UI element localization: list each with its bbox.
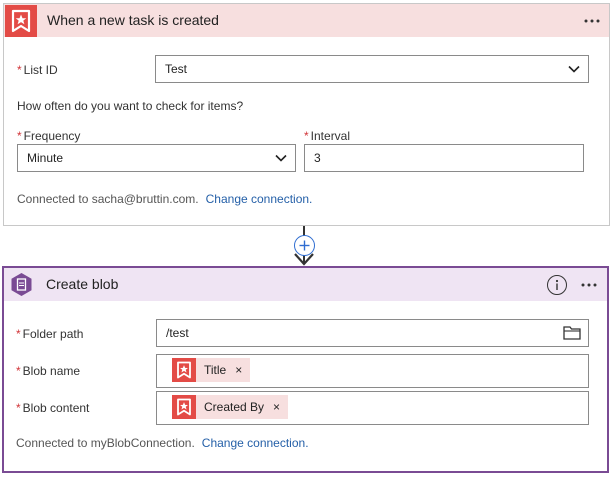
list-id-dropdown[interactable]: Test [155, 55, 589, 83]
required-marker: * [17, 129, 22, 143]
wunderlist-star-icon [172, 395, 196, 419]
blob-name-label: * Blob name [16, 364, 80, 378]
blob-content-label-text: Blob content [22, 401, 90, 415]
trigger-title: When a new task is created [47, 12, 219, 28]
blob-storage-icon [9, 272, 34, 297]
interval-label-text: Interval [310, 129, 351, 143]
token-label: Created By [204, 400, 265, 414]
action-card-header[interactable]: Create blob [4, 268, 607, 301]
required-marker: * [16, 327, 21, 341]
info-button[interactable] [547, 275, 567, 295]
interval-label: * Interval [304, 129, 350, 143]
folder-path-label: * Folder path [16, 327, 83, 341]
trigger-more-button[interactable] [577, 4, 607, 37]
list-id-value: Test [165, 62, 188, 76]
token-remove-icon[interactable]: × [235, 363, 242, 377]
interval-input[interactable]: 3 [304, 144, 584, 172]
required-marker: * [16, 364, 21, 378]
more-icon [584, 19, 600, 22]
trigger-connection-info: Connected to sacha@bruttin.com. Change co… [17, 192, 312, 206]
dynamic-content-token[interactable]: Created By × [172, 395, 289, 419]
folder-path-value: /test [166, 326, 189, 340]
list-id-label: * List ID [17, 63, 58, 77]
add-step-button[interactable] [294, 235, 315, 256]
plus-icon [299, 240, 310, 251]
dynamic-content-token[interactable]: Title × [172, 358, 251, 382]
check-frequency-question: How often do you want to check for items… [17, 99, 244, 113]
chevron-down-icon [568, 65, 580, 73]
blob-content-label: * Blob content [16, 401, 89, 415]
action-card: Create blob * Folder path /test * Blob nam… [2, 266, 609, 473]
blob-name-label-text: Blob name [22, 364, 81, 378]
list-id-label-text: List ID [23, 63, 58, 77]
trigger-connected-text: Connected to sacha@bruttin.com. [17, 192, 199, 206]
action-title: Create blob [46, 276, 119, 292]
wunderlist-star-icon [172, 358, 196, 382]
action-more-button[interactable] [574, 268, 604, 301]
required-marker: * [16, 401, 21, 415]
more-icon [581, 283, 597, 286]
required-marker: * [17, 63, 22, 77]
blob-content-input[interactable]: Created By × [156, 391, 589, 425]
action-change-connection-link[interactable]: Change connection. [202, 436, 309, 450]
frequency-dropdown[interactable]: Minute [17, 144, 296, 172]
token-label: Title [204, 363, 227, 377]
frequency-label-text: Frequency [23, 129, 81, 143]
required-marker: * [304, 129, 309, 143]
frequency-label: * Frequency [17, 129, 80, 143]
folder-icon[interactable] [563, 325, 581, 340]
blob-name-input[interactable]: Title × [156, 354, 589, 388]
folder-path-label-text: Folder path [22, 327, 84, 341]
token-remove-icon[interactable]: × [273, 400, 280, 414]
interval-value: 3 [314, 151, 321, 165]
frequency-value: Minute [27, 151, 64, 165]
info-icon [555, 279, 559, 290]
chevron-down-icon [275, 154, 287, 162]
action-connected-text: Connected to myBlobConnection. [16, 436, 195, 450]
trigger-card: When a new task is created * List ID Test… [3, 3, 610, 226]
trigger-card-header[interactable]: When a new task is created [4, 4, 609, 37]
action-connection-info: Connected to myBlobConnection. Change con… [16, 436, 309, 450]
wunderlist-star-icon [5, 5, 37, 37]
trigger-change-connection-link[interactable]: Change connection. [206, 192, 313, 206]
folder-path-input[interactable]: /test [156, 319, 589, 347]
